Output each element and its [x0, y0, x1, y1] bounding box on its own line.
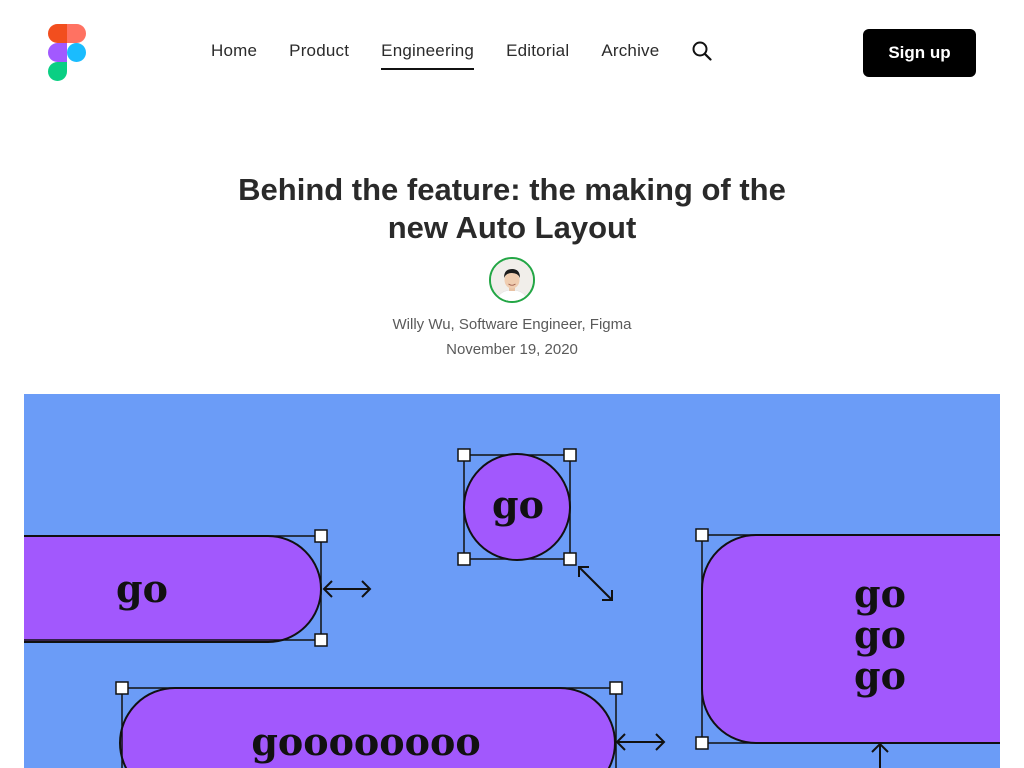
nav-engineering[interactable]: Engineering	[381, 41, 475, 70]
horizontal-resize-arrow-icon	[322, 580, 372, 598]
vertical-resize-arrow-icon	[871, 742, 889, 768]
top-navigation: Home Product Engineering Editorial Archi…	[0, 0, 1024, 104]
horizontal-resize-arrow-icon	[615, 733, 666, 751]
nav-archive[interactable]: Archive	[601, 41, 659, 67]
article-title: Behind the feature: the making of the ne…	[0, 171, 1024, 247]
search-icon	[692, 41, 713, 61]
stack-text-1: go	[854, 571, 906, 616]
article-title-line-2: new Auto Layout	[387, 209, 637, 245]
article-title-line-1: Behind the feature: the making of the	[238, 171, 786, 207]
stack-text-3: go	[854, 653, 906, 698]
nav-home[interactable]: Home	[211, 41, 257, 67]
nav-product[interactable]: Product	[289, 41, 349, 67]
pill-left-text: go	[116, 566, 168, 611]
author-portrait-icon	[491, 259, 533, 301]
circle-text: go	[492, 482, 544, 527]
stack-text-2: go	[854, 612, 906, 657]
nav-editorial[interactable]: Editorial	[506, 41, 569, 67]
main-nav: Home Product Engineering Editorial Archi…	[211, 40, 713, 70]
search-button[interactable]	[691, 40, 713, 62]
author-avatar[interactable]	[489, 257, 535, 303]
publish-date: November 19, 2020	[446, 341, 578, 358]
hero-illustration: go go goooooooo go go go	[24, 394, 1000, 768]
figma-logo-icon[interactable]	[48, 24, 86, 81]
diagonal-resize-arrow-icon	[578, 566, 613, 601]
sign-up-button[interactable]: Sign up	[863, 29, 976, 77]
author-byline: Willy Wu, Software Engineer, Figma	[392, 316, 632, 333]
pill-bottom-text: goooooooo	[251, 719, 480, 764]
